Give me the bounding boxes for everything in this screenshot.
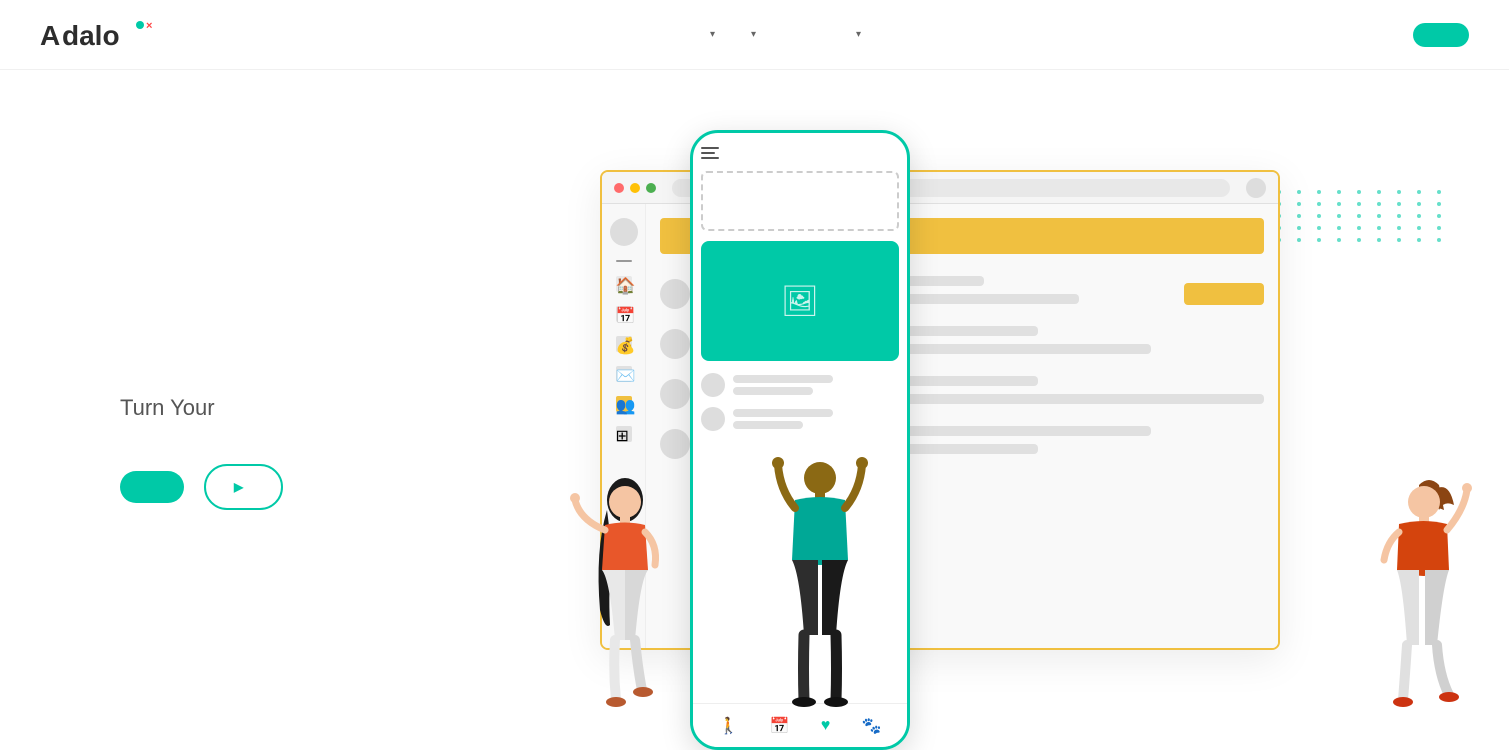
signup-button[interactable] xyxy=(1413,23,1469,47)
watch-video-button[interactable]: ▶ xyxy=(204,464,283,510)
phone-nav-walk-icon: 🚶 xyxy=(719,716,739,736)
browser-close-dot xyxy=(614,183,624,193)
hero-section: // Generate dots const dotsContainer = d… xyxy=(0,70,1509,750)
phone-placeholder-box xyxy=(701,171,899,231)
sidebar-users-icon: 👥 xyxy=(616,396,632,412)
learn-chevron-icon: ▾ xyxy=(856,29,861,40)
decorative-dot xyxy=(1437,202,1441,206)
decorative-dot xyxy=(1437,226,1441,230)
phone-list-avatar-1 xyxy=(701,373,725,397)
phone-list-item-2 xyxy=(701,407,899,431)
nav-links: ▾ ▾ ▾ xyxy=(706,29,861,40)
navbar: A dalo × ▾ ▾ ▾ xyxy=(0,0,1509,70)
sidebar-grid-icon: ⊞ xyxy=(616,426,632,442)
decorative-dot xyxy=(1437,214,1441,218)
hero-left: Turn Your ▶ xyxy=(120,371,600,510)
list-action-btn-1 xyxy=(1184,283,1264,305)
svg-text:A: A xyxy=(40,20,60,51)
hero-buttons: ▶ xyxy=(120,464,600,510)
list-avatar-3 xyxy=(660,379,690,409)
list-avatar-4 xyxy=(660,429,690,459)
logo-svg: A dalo × xyxy=(40,15,170,55)
hero-subtitle: Turn Your xyxy=(120,391,600,424)
sidebar-calendar-icon: 📅 xyxy=(616,306,632,322)
decorative-dot xyxy=(1437,190,1441,194)
phone-teal-card: 🖼 xyxy=(701,241,899,361)
phone-list-avatar-2 xyxy=(701,407,725,431)
sidebar-mail-icon: ✉️ xyxy=(616,366,632,382)
browser-min-dot xyxy=(630,183,640,193)
sidebar-coin-icon: 💰 xyxy=(616,336,632,352)
hero-illustration: 🏠 📅 💰 ✉️ 👥 ⊞ xyxy=(600,130,1429,750)
phone-menu-icon xyxy=(701,147,899,159)
sidebar-home-icon: 🏠 xyxy=(616,276,632,292)
logo[interactable]: A dalo × xyxy=(40,15,170,55)
play-icon: ▶ xyxy=(234,480,243,494)
list-avatar-2 xyxy=(660,329,690,359)
sidebar-avatar xyxy=(610,218,638,246)
get-started-button[interactable] xyxy=(120,471,184,503)
browser-max-dot xyxy=(646,183,656,193)
showcase-chevron-icon: ▾ xyxy=(751,29,756,40)
character-left xyxy=(570,470,680,750)
product-chevron-icon: ▾ xyxy=(710,29,715,40)
nav-showcase[interactable]: ▾ xyxy=(747,29,756,40)
phone-list-item-1 xyxy=(701,373,899,397)
phone-image-icon: 🖼 xyxy=(781,284,819,319)
nav-product[interactable]: ▾ xyxy=(706,29,715,40)
character-center xyxy=(760,450,880,750)
list-avatar-1 xyxy=(660,279,690,309)
sidebar-menu-icon xyxy=(616,260,632,262)
decorative-dot xyxy=(1437,238,1441,242)
browser-user-icon xyxy=(1246,178,1266,198)
character-right xyxy=(1359,470,1469,750)
nav-actions xyxy=(1397,23,1469,47)
svg-text:×: × xyxy=(146,20,152,32)
nav-learn[interactable]: ▾ xyxy=(852,29,861,40)
svg-text:dalo: dalo xyxy=(62,20,120,51)
